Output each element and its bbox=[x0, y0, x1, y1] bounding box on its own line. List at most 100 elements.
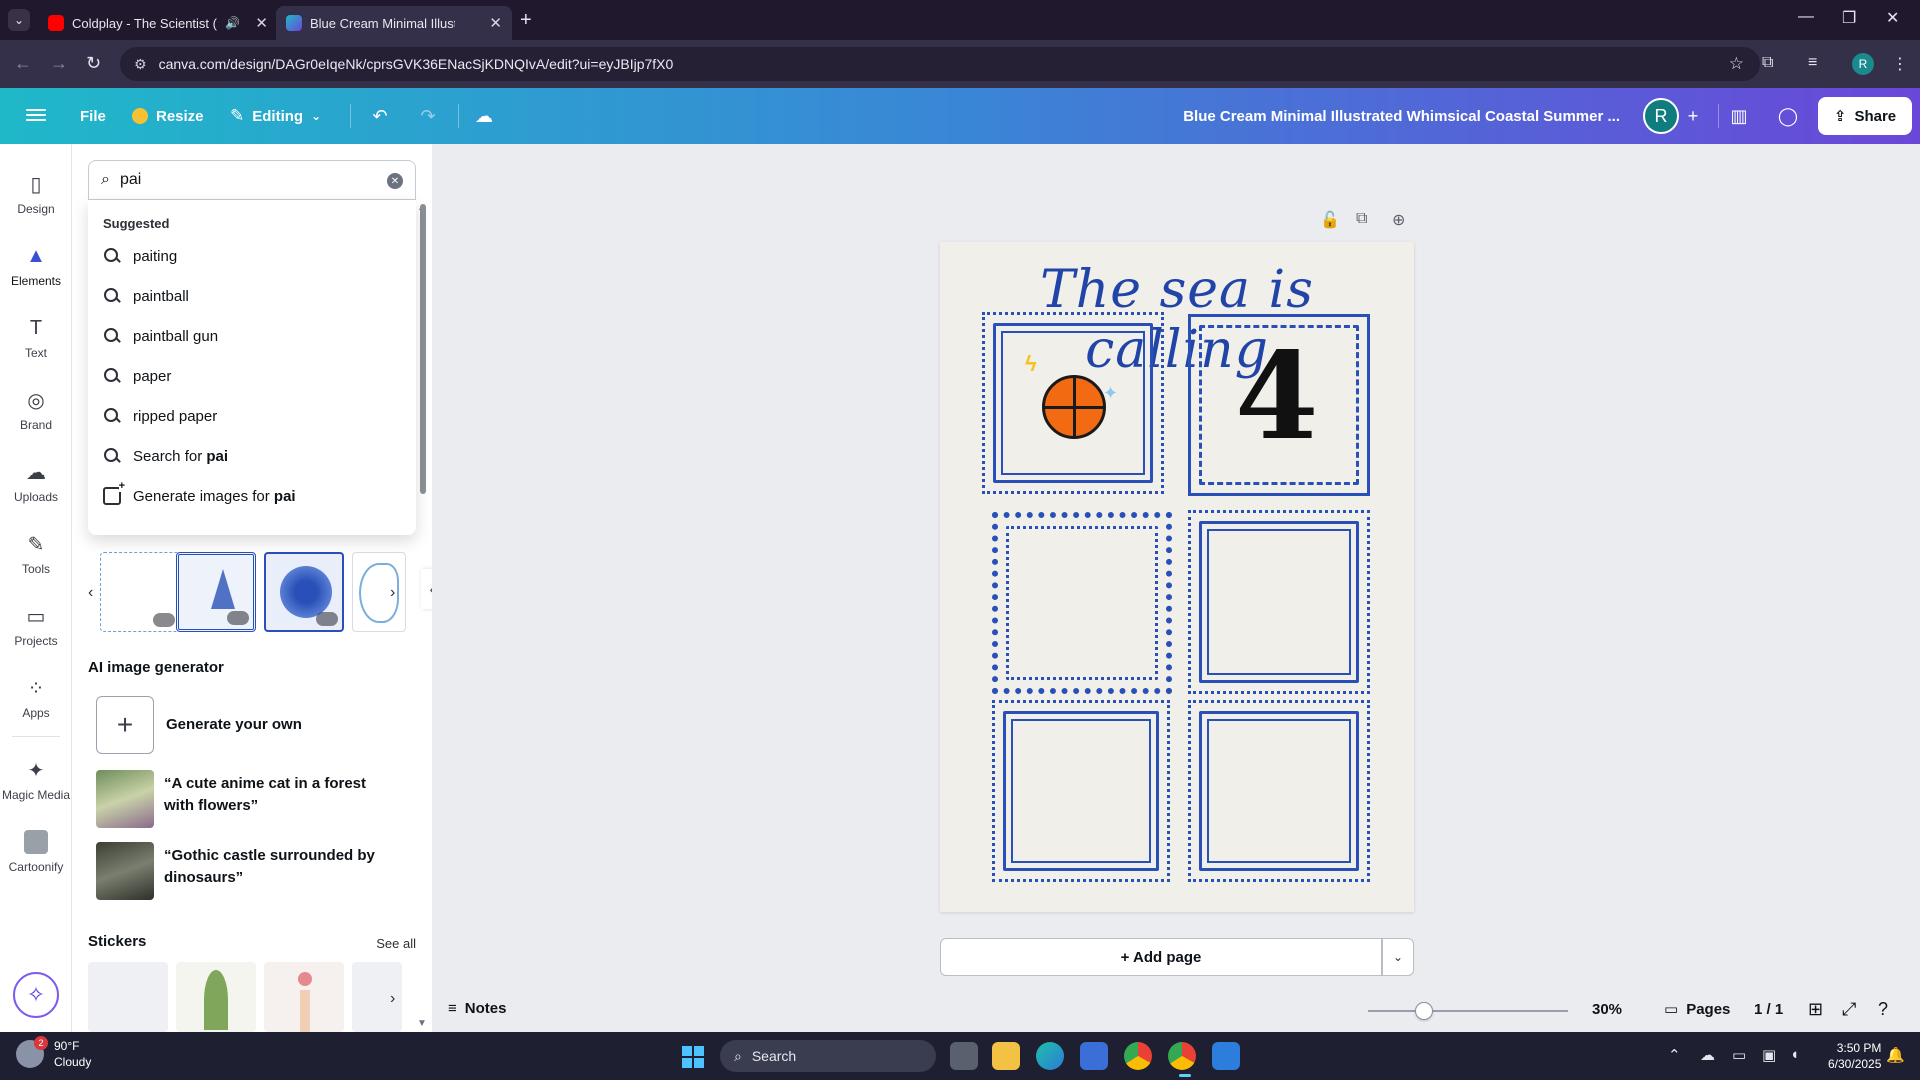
browser-menu-icon[interactable]: ⋮ bbox=[1892, 54, 1908, 74]
panel-scrollbar[interactable] bbox=[420, 204, 426, 494]
extensions-icon[interactable]: ⧉ bbox=[1762, 54, 1773, 72]
edge-browser-icon[interactable] bbox=[1036, 1042, 1064, 1070]
notes-button[interactable]: ≡ Notes bbox=[448, 1000, 506, 1017]
url-field[interactable]: ⚙ canva.com/design/DAGr0eIqeNk/cprsGVK36… bbox=[120, 47, 1760, 81]
element-thumbnail[interactable] bbox=[176, 552, 256, 632]
chevron-right-icon[interactable]: › bbox=[390, 584, 395, 602]
duplicate-page-icon[interactable]: ⧉ bbox=[1356, 210, 1367, 228]
rail-cartoonify[interactable]: Cartoonify bbox=[0, 822, 72, 882]
element-thumbnail[interactable] bbox=[352, 552, 406, 632]
reload-icon[interactable]: ↻ bbox=[86, 53, 101, 74]
show-hidden-icons-chevron-icon[interactable]: ⌃ bbox=[1668, 1046, 1681, 1064]
vscode-icon[interactable] bbox=[1212, 1042, 1240, 1070]
share-button[interactable]: ⇪ Share bbox=[1818, 97, 1912, 135]
sticker-thumbnail[interactable] bbox=[264, 962, 344, 1032]
rail-apps[interactable]: ⁘ Apps bbox=[0, 668, 72, 728]
rail-design[interactable]: ▯ Design bbox=[0, 164, 72, 224]
close-tab-icon[interactable]: ✕ bbox=[489, 14, 502, 32]
lock-icon[interactable]: 🔓 bbox=[1320, 210, 1340, 230]
file-explorer-icon[interactable] bbox=[992, 1042, 1020, 1070]
minimize-icon[interactable]: — bbox=[1798, 8, 1814, 26]
search-for-query[interactable]: Search for pai bbox=[103, 440, 228, 472]
bookmark-star-icon[interactable]: ☆ bbox=[1729, 54, 1744, 74]
sticker-thumbnail[interactable] bbox=[176, 962, 256, 1032]
add-page-dropdown-chevron-icon[interactable]: ⌄ bbox=[1382, 938, 1414, 976]
rail-text[interactable]: T Text bbox=[0, 308, 72, 368]
tile-frame[interactable] bbox=[992, 700, 1170, 882]
undo-icon[interactable]: ↶ bbox=[364, 100, 396, 132]
generate-images-for-query[interactable]: Generate images for pai bbox=[103, 480, 296, 512]
taskbar-search-box[interactable]: ⌕ Search bbox=[720, 1040, 936, 1072]
ai-example-thumbnail[interactable] bbox=[96, 842, 154, 900]
back-icon[interactable]: ← bbox=[14, 53, 32, 74]
hamburger-menu-icon[interactable] bbox=[26, 106, 46, 126]
tab-coldplay[interactable]: Coldplay - The Scientist (Of 🔊 ✕ bbox=[38, 6, 278, 40]
windows-start-icon[interactable] bbox=[682, 1046, 704, 1068]
suggestion-item[interactable]: paintball bbox=[103, 280, 189, 312]
suggestion-item[interactable]: paintball gun bbox=[103, 320, 218, 352]
speaker-icon[interactable]: 🔊 bbox=[225, 16, 240, 30]
weather-widget[interactable]: 2 90°F Cloudy bbox=[16, 1036, 91, 1070]
grid-view-icon[interactable]: ⊞ bbox=[1808, 999, 1823, 1020]
tile-frame[interactable] bbox=[1188, 510, 1370, 694]
site-info-icon[interactable]: ⚙ bbox=[134, 56, 147, 73]
onedrive-icon[interactable]: ☁ bbox=[1700, 1046, 1715, 1064]
chrome-icon[interactable] bbox=[1124, 1042, 1152, 1070]
volume-icon[interactable]: ◖ bbox=[1790, 1046, 1799, 1063]
suggestion-item[interactable]: paiting bbox=[103, 240, 177, 272]
close-tab-icon[interactable]: ✕ bbox=[255, 14, 268, 32]
microsoft-store-icon[interactable] bbox=[1080, 1042, 1108, 1070]
ai-example-thumbnail[interactable] bbox=[96, 770, 154, 828]
network-icon[interactable]: ▣ bbox=[1762, 1046, 1776, 1064]
fullscreen-icon[interactable]: ⤢ bbox=[1842, 999, 1856, 1020]
help-icon[interactable]: ? bbox=[1878, 999, 1888, 1020]
restore-icon[interactable]: ❐ bbox=[1842, 8, 1856, 28]
clear-search-icon[interactable]: ✕ bbox=[387, 173, 403, 189]
invite-plus-icon[interactable]: + bbox=[1677, 100, 1709, 132]
pages-button[interactable]: ▭ Pages bbox=[1664, 1000, 1730, 1019]
rail-magic-media[interactable]: ✦ Magic Media bbox=[0, 750, 72, 810]
stickers-see-all-link[interactable]: See all bbox=[376, 936, 416, 951]
task-view-icon[interactable] bbox=[950, 1042, 978, 1070]
add-page-button[interactable]: + Add page bbox=[940, 938, 1382, 976]
close-window-icon[interactable]: ✕ bbox=[1886, 8, 1899, 28]
zoom-level[interactable]: 30% bbox=[1592, 1001, 1622, 1018]
search-input[interactable]: ⌕ pai ✕ bbox=[88, 160, 416, 200]
rail-uploads[interactable]: ☁ Uploads bbox=[0, 452, 72, 512]
notifications-bell-icon[interactable]: 🔔 bbox=[1886, 1046, 1905, 1064]
tile-frame[interactable] bbox=[992, 512, 1172, 694]
element-thumbnail[interactable] bbox=[100, 552, 180, 632]
tile-frame[interactable]: 4 bbox=[1188, 314, 1370, 496]
battery-icon[interactable]: ▭ bbox=[1732, 1046, 1746, 1064]
forward-icon[interactable]: → bbox=[50, 53, 68, 74]
rail-elements[interactable]: ▲ Elements bbox=[0, 236, 72, 296]
design-title[interactable]: Blue Cream Minimal Illustrated Whimsical… bbox=[1130, 88, 1620, 144]
user-avatar[interactable]: R bbox=[1643, 98, 1679, 134]
sticker-thumbnail[interactable] bbox=[88, 962, 168, 1032]
redo-icon[interactable]: ↷ bbox=[412, 100, 444, 132]
scroll-down-arrow-icon[interactable]: ▼ bbox=[417, 1018, 427, 1029]
ai-example-prompt[interactable]: “Gothic castle surrounded by dinosaurs” bbox=[164, 845, 394, 889]
generate-your-own-button[interactable]: + bbox=[96, 696, 154, 754]
resize-button[interactable]: Resize bbox=[132, 88, 204, 144]
magic-assistant-button[interactable]: ✧ bbox=[13, 972, 59, 1018]
rail-brand[interactable]: ◎ Brand bbox=[0, 380, 72, 440]
ai-example-prompt[interactable]: “A cute anime cat in a forest with flowe… bbox=[164, 773, 394, 817]
suggestion-item[interactable]: paper bbox=[103, 360, 171, 392]
editing-mode-dropdown[interactable]: ✎ Editing ⌄ bbox=[230, 88, 321, 144]
tile-frame[interactable]: ϟ ✦ bbox=[982, 312, 1164, 494]
new-tab-icon[interactable]: + bbox=[520, 9, 532, 32]
zoom-slider-track[interactable] bbox=[1368, 1010, 1568, 1012]
rail-projects[interactable]: ▭ Projects bbox=[0, 596, 72, 656]
cloud-save-icon[interactable]: ☁ bbox=[468, 100, 500, 132]
insights-chart-icon[interactable]: ▥ bbox=[1723, 100, 1755, 132]
element-thumbnail[interactable] bbox=[264, 552, 344, 632]
system-clock[interactable]: 3:50 PM 6/30/2025 bbox=[1828, 1040, 1881, 1072]
chevron-left-icon[interactable]: ‹ bbox=[88, 584, 93, 602]
generate-your-own-label[interactable]: Generate your own bbox=[166, 716, 302, 733]
suggestion-item[interactable]: ripped paper bbox=[103, 400, 217, 432]
add-page-icon[interactable]: ⊕ bbox=[1392, 210, 1405, 230]
tab-canva-design[interactable]: Blue Cream Minimal Illustrated ✕ bbox=[276, 6, 512, 40]
file-menu[interactable]: File bbox=[80, 88, 106, 144]
chrome-profile-icon[interactable] bbox=[1168, 1042, 1196, 1070]
